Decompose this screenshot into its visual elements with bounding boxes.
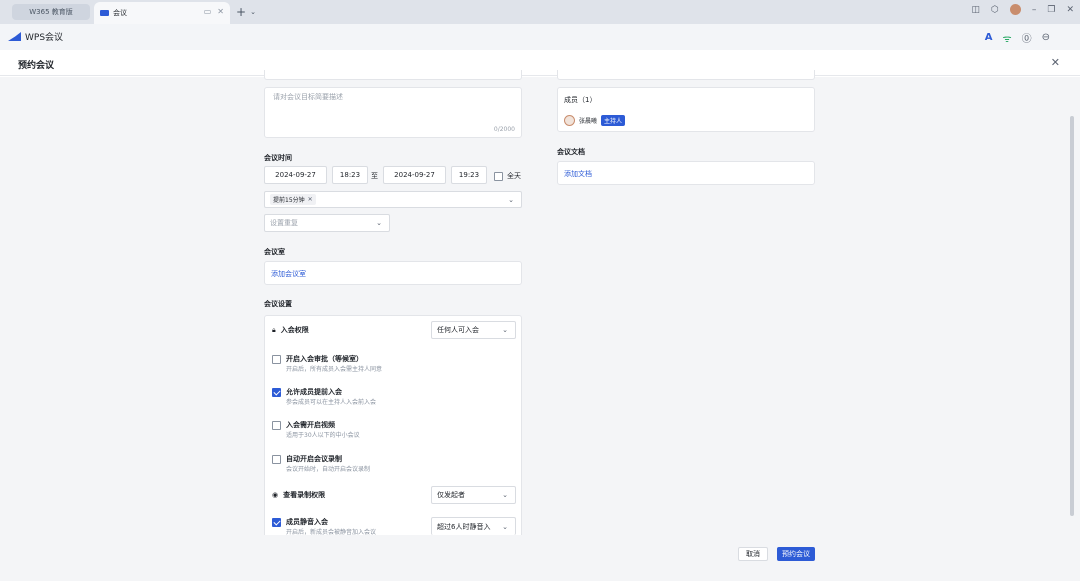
waiting-room-checkbox[interactable] [272, 355, 281, 364]
record-permission-select[interactable]: 仅发起者 ⌄ [431, 486, 516, 504]
mute-threshold-chevron-icon: ⌄ [502, 522, 508, 531]
record-permission-row: ◉ 查看录制权限 [272, 490, 325, 500]
repeat-select[interactable]: 设置重复 ⌄ [264, 214, 390, 232]
setting-desc: 开启后，所有成员入会需主持人同意 [286, 366, 383, 373]
dialog-close-icon[interactable]: ✕ [1051, 56, 1060, 69]
time-label: 会议时间 [264, 154, 292, 162]
new-tab-button[interactable]: + [236, 5, 246, 19]
setting-desc: 会议开始时，自动开启会议录制 [286, 466, 371, 473]
end-time-field[interactable]: 19:23 [451, 166, 487, 184]
start-date-value: 2024-09-27 [275, 171, 316, 179]
end-time-value: 19:23 [458, 171, 480, 179]
tab-meeting[interactable]: 会议 ▭ ✕ [94, 2, 230, 24]
member-row[interactable]: 张晨曦 主持人 [564, 115, 626, 126]
reminder-tag: 提前15分钟 ✕ [270, 194, 316, 205]
wifi-icon[interactable]: ᯤ [1002, 31, 1011, 45]
window-tile-icon[interactable]: ◫ [972, 5, 981, 15]
tab-wps365[interactable]: W365 教育版 [12, 4, 90, 20]
join-permission-chevron-icon: ⌄ [502, 326, 508, 334]
end-date-field[interactable]: 2024-09-27 [383, 166, 446, 184]
add-room-link[interactable]: 添加会议室 [271, 269, 306, 279]
setting-desc: 参会成员可以在主持人入会前入会 [286, 399, 377, 406]
title-input-edge [264, 70, 522, 80]
start-date-field[interactable]: 2024-09-27 [264, 166, 327, 184]
record-permission-title: 查看录制权限 [283, 491, 326, 499]
join-permission-select[interactable]: 任何人可入会 ⌄ [431, 321, 516, 339]
reminder-chevron-icon: ⌄ [508, 195, 514, 204]
mute-join-checkbox[interactable] [272, 518, 281, 527]
user-avatar-icon[interactable] [1009, 4, 1021, 15]
setting-title: 开启入会审批（等候室） [286, 355, 363, 363]
screen-icon[interactable]: ▭ [204, 7, 212, 16]
setting-title: 入会需开启视频 [286, 421, 335, 429]
setting-title: 允许成员提前入会 [286, 388, 342, 396]
app-bar: WPS会议 A ᯤ ⓪ ⊖ [0, 24, 1080, 50]
record-permission-chevron-icon: ⌄ [502, 491, 508, 499]
members-card: 成员（1） 张晨曦 主持人 [557, 87, 815, 132]
video-required-checkbox[interactable] [272, 421, 281, 430]
dialog-content [0, 77, 1080, 581]
settings-cube-icon[interactable]: ⬡ [991, 5, 999, 15]
auto-record-checkbox[interactable] [272, 455, 281, 464]
lock-icon: 🔒︎ [272, 325, 276, 334]
docs-label: 会议文档 [557, 148, 585, 156]
dialog-title: 预约会议 [18, 61, 55, 71]
app-title: WPS会议 [25, 33, 64, 43]
remove-tag-icon[interactable]: ✕ [308, 196, 313, 203]
early-join-checkbox[interactable] [272, 388, 281, 397]
submit-button[interactable]: 预约会议 [777, 547, 815, 561]
meeting-tab-icon [100, 10, 109, 16]
reminder-select[interactable]: 提前15分钟 ✕ ⌄ [264, 191, 522, 208]
tab-menu-chevron-icon[interactable]: ⌄ [250, 8, 256, 16]
eye-icon: ◉ [272, 491, 279, 499]
tab-meeting-label: 会议 [113, 9, 127, 17]
setting-title: 成员静音入会 [286, 518, 328, 526]
member-name: 张晨曦 [579, 118, 598, 125]
all-day-toggle[interactable]: 全天 [494, 171, 521, 181]
end-date-value: 2024-09-27 [394, 171, 435, 179]
dialog-header: 预约会议 ✕ [0, 50, 1080, 76]
room-card: 添加会议室 [264, 261, 522, 285]
tab-close-icon[interactable]: ✕ [217, 7, 224, 16]
description-textarea[interactable]: 请对会议目标简要描述 0/2000 [264, 87, 522, 138]
tab-wps365-label: W365 教育版 [29, 8, 73, 16]
time-separator: 至 [371, 172, 378, 180]
join-permission-title: 入会权限 [280, 326, 309, 334]
repeat-chevron-icon: ⌄ [376, 219, 382, 227]
room-label: 会议室 [264, 248, 285, 256]
wps-meeting-logo-icon [8, 32, 21, 41]
join-permission-value: 任何人可入会 [437, 326, 479, 334]
description-counter: 0/2000 [493, 126, 515, 133]
restore-icon[interactable]: ❐ [1047, 5, 1055, 15]
member-avatar-icon [564, 115, 575, 126]
browser-tabbar: W365 教育版 会议 ▭ ✕ + ⌄ ◫ ⬡ – ❐ ✕ [0, 0, 1080, 24]
font-icon[interactable]: A [985, 32, 993, 43]
settings-label: 会议设置 [264, 300, 292, 308]
record-permission-value: 仅发起者 [437, 491, 465, 499]
more-icon[interactable]: ⊖ [1042, 32, 1050, 43]
reminder-tag-label: 提前15分钟 [273, 197, 305, 204]
join-permission-row: 🔒︎ 入会权限 [272, 325, 309, 335]
cancel-button[interactable]: 取消 [738, 547, 768, 561]
repeat-placeholder: 设置重复 [270, 219, 298, 227]
setting-desc: 开启后，新成员会被静音加入会议 [286, 529, 377, 535]
mute-threshold-select[interactable]: 超过6人时静音入 ⌄ [431, 517, 516, 535]
all-day-label: 全天 [507, 172, 521, 180]
members-label: 成员（1） [564, 96, 597, 104]
window-close-icon[interactable]: ✕ [1066, 5, 1074, 15]
add-doc-link[interactable]: 添加文档 [564, 169, 592, 179]
right-card-edge [557, 70, 815, 80]
setting-desc: 适用于30人以下的中小会议 [286, 432, 360, 439]
start-time-field[interactable]: 18:23 [332, 166, 368, 184]
host-badge: 主持人 [601, 115, 626, 126]
mute-threshold-value: 超过6人时静音入 [437, 522, 491, 531]
scrollbar[interactable] [1070, 116, 1074, 516]
docs-card: 添加文档 [557, 161, 815, 185]
all-day-checkbox[interactable] [494, 171, 503, 181]
setting-title: 自动开启会议录制 [286, 455, 342, 463]
help-icon[interactable]: ⓪ [1022, 30, 1032, 45]
description-placeholder: 请对会议目标简要描述 [273, 93, 343, 101]
start-time-value: 18:23 [339, 171, 361, 179]
minimize-icon[interactable]: – [1032, 5, 1037, 15]
